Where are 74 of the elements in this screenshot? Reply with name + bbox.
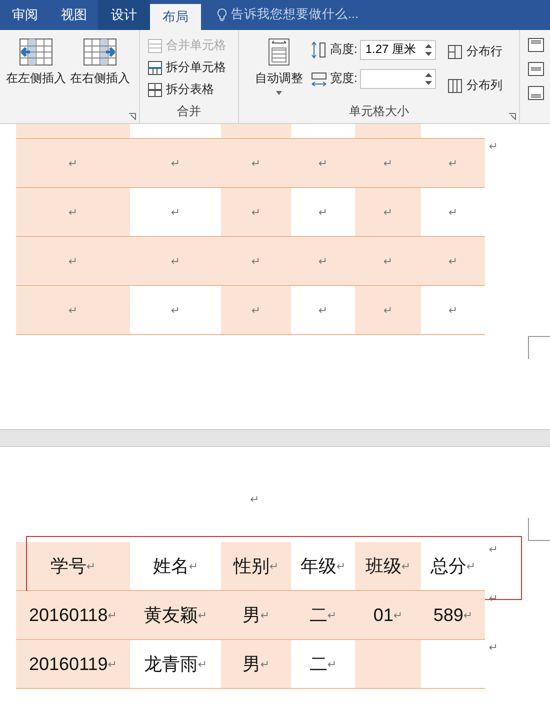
table-cell: ↵ bbox=[291, 237, 355, 285]
ribbon-tab[interactable]: 视图 bbox=[50, 0, 98, 30]
insert-column-button[interactable]: 在左侧插入 bbox=[6, 30, 66, 103]
table-cell: ↵ bbox=[16, 188, 130, 236]
table-cell: ↵ bbox=[421, 237, 485, 285]
insert-left-icon bbox=[19, 38, 53, 66]
height-field[interactable]: 1.27 厘米 bbox=[360, 40, 436, 60]
table-cell: ↵ bbox=[221, 188, 291, 236]
table-cell: 男↵ bbox=[221, 591, 291, 639]
autofit-icon bbox=[268, 38, 290, 66]
group-title: 合并 bbox=[176, 103, 202, 120]
merge-split-button[interactable]: 拆分单元格 bbox=[148, 56, 238, 79]
table-cell: ↵ bbox=[130, 139, 221, 187]
table-cell: 男↵ bbox=[221, 640, 291, 688]
table-cell bbox=[355, 124, 421, 138]
table-cell: 学号↵ bbox=[16, 542, 130, 590]
distribute-columns-icon bbox=[448, 78, 462, 93]
split-cells-icon bbox=[148, 60, 162, 75]
column-width-icon bbox=[311, 70, 327, 88]
table-cell: ↵ bbox=[291, 139, 355, 187]
table-cell: 班级↵ bbox=[355, 542, 421, 590]
caret-icon bbox=[276, 90, 282, 95]
text-align-icon[interactable] bbox=[528, 62, 544, 76]
row-end-mark: ↵ bbox=[488, 140, 498, 153]
table-cell: 黄友颖↵ bbox=[130, 591, 221, 639]
group-title: 单元格大小 bbox=[348, 103, 410, 120]
text-align-icon[interactable] bbox=[528, 86, 544, 100]
split-table-icon bbox=[148, 82, 162, 97]
tell-me-field[interactable]: 告诉我您想要做什么... bbox=[231, 6, 358, 24]
merge-split-button[interactable]: 拆分表格 bbox=[148, 78, 238, 101]
insert-right-icon bbox=[83, 38, 117, 66]
table-cell bbox=[221, 124, 291, 138]
distribute-columns-button[interactable]: 分布列 bbox=[448, 74, 502, 97]
insert-column-button[interactable]: 在右侧插入 bbox=[70, 30, 130, 103]
table-cell: ↵ bbox=[355, 188, 421, 236]
table-cell: 589↵ bbox=[421, 591, 485, 639]
dialog-launcher-icon[interactable] bbox=[129, 113, 136, 120]
width-label: 宽度: bbox=[330, 70, 358, 88]
ribbon-tab[interactable]: 布局 bbox=[150, 4, 201, 30]
table-cell: ↵ bbox=[221, 237, 291, 285]
table-cell: 20160119↵ bbox=[16, 640, 130, 688]
page-corner-mark bbox=[528, 336, 550, 359]
spinner-icon[interactable] bbox=[425, 42, 432, 57]
table-cell: ↵ bbox=[355, 139, 421, 187]
table-cell: ↵ bbox=[16, 139, 130, 187]
lightbulb-icon bbox=[217, 8, 227, 22]
table-cell: 20160118↵ bbox=[16, 591, 130, 639]
table-cell: ↵ bbox=[355, 237, 421, 285]
table-cell: ↵ bbox=[355, 286, 421, 334]
row-end-mark: ↵ bbox=[488, 543, 498, 556]
distribute-rows-icon bbox=[448, 44, 462, 59]
page-corner-mark bbox=[528, 518, 550, 541]
ribbon-tab[interactable]: 设计 bbox=[98, 0, 150, 30]
table-cell: ↵ bbox=[130, 237, 221, 285]
dialog-launcher-icon[interactable] bbox=[509, 113, 516, 120]
width-field[interactable] bbox=[360, 68, 436, 89]
table-cell: ↵ bbox=[221, 139, 291, 187]
merge-cells-icon bbox=[148, 38, 162, 53]
spinner-icon[interactable] bbox=[425, 72, 432, 86]
table-cell bbox=[355, 640, 421, 688]
table-cell: ↵ bbox=[16, 237, 130, 285]
distribute-rows-button[interactable]: 分布行 bbox=[448, 40, 502, 63]
table-cell: ↵ bbox=[421, 139, 485, 187]
table-cell: 01↵ bbox=[355, 591, 421, 639]
height-label: 高度: bbox=[330, 41, 358, 58]
table-cell: ↵ bbox=[221, 286, 291, 334]
autofit-button[interactable]: 自动调整 bbox=[239, 30, 311, 103]
ribbon-tab[interactable]: 审阅 bbox=[0, 0, 50, 30]
row-height-icon bbox=[311, 40, 327, 59]
table-cell: 性别↵ bbox=[221, 542, 291, 590]
table-cell: ↵ bbox=[16, 286, 130, 334]
table-cell: 二↵ bbox=[291, 591, 355, 639]
text-align-icon[interactable] bbox=[528, 38, 544, 52]
row-end-mark: ↵ bbox=[488, 641, 498, 654]
